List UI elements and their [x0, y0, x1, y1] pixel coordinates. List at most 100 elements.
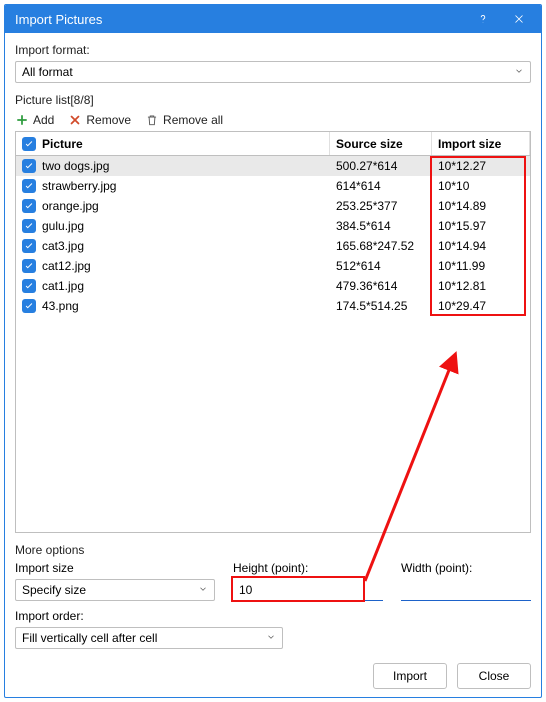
- check-icon: [24, 261, 34, 271]
- height-field: Height (point):: [233, 561, 383, 601]
- import-size-select[interactable]: Specify size: [15, 579, 215, 601]
- import-size-value: Specify size: [22, 583, 86, 597]
- row-filename: strawberry.jpg: [42, 179, 116, 193]
- table-header: Picture Source size Import size: [16, 132, 530, 156]
- import-order-label: Import order:: [15, 609, 531, 623]
- width-field: Width (point):: [401, 561, 531, 601]
- add-button[interactable]: Add: [15, 113, 54, 127]
- row-import-size: 10*11.99: [432, 256, 530, 276]
- table-row[interactable]: cat12.jpg 512*61410*11.99: [16, 256, 530, 276]
- close-window-button[interactable]: [501, 5, 537, 33]
- row-checkbox[interactable]: [22, 219, 36, 233]
- import-size-label: Import size: [15, 561, 215, 575]
- x-icon: [68, 113, 82, 127]
- remove-all-button[interactable]: Remove all: [145, 113, 223, 127]
- header-picture-label: Picture: [42, 137, 83, 151]
- titlebar: Import Pictures: [5, 5, 541, 33]
- row-checkbox[interactable]: [22, 199, 36, 213]
- import-order-value: Fill vertically cell after cell: [22, 631, 157, 645]
- dialog-body: Import format: All format Picture list[8…: [5, 33, 541, 697]
- import-format-label: Import format:: [15, 43, 531, 57]
- trash-icon: [145, 113, 159, 127]
- check-icon: [24, 301, 34, 311]
- table-row[interactable]: gulu.jpg 384.5*61410*15.97: [16, 216, 530, 236]
- chevron-down-icon: [266, 631, 276, 645]
- table-header-import[interactable]: Import size: [432, 132, 530, 155]
- check-icon: [24, 181, 34, 191]
- row-source-size: 165.68*247.52: [330, 236, 432, 256]
- more-options-label: More options: [15, 543, 531, 557]
- row-checkbox[interactable]: [22, 279, 36, 293]
- row-source-size: 479.36*614: [330, 276, 432, 296]
- check-icon: [24, 221, 34, 231]
- row-filename: orange.jpg: [42, 199, 99, 213]
- picture-list-label: Picture list[8/8]: [15, 93, 531, 107]
- plus-icon: [15, 113, 29, 127]
- footer: Import Close: [15, 663, 531, 689]
- import-format-value: All format: [22, 65, 73, 79]
- row-filename: gulu.jpg: [42, 219, 84, 233]
- row-checkbox[interactable]: [22, 299, 36, 313]
- row-filename: 43.png: [42, 299, 79, 313]
- check-icon: [24, 139, 34, 149]
- check-icon: [24, 241, 34, 251]
- remove-button[interactable]: Remove: [68, 113, 131, 127]
- chevron-down-icon: [198, 583, 208, 597]
- picture-table: Picture Source size Import size two dogs…: [15, 131, 531, 533]
- table-row[interactable]: strawberry.jpg 614*61410*10: [16, 176, 530, 196]
- import-order-field: Import order: Fill vertically cell after…: [15, 609, 531, 649]
- row-filename: cat3.jpg: [42, 239, 84, 253]
- help-icon: [476, 12, 490, 26]
- row-filename: cat12.jpg: [42, 259, 91, 273]
- check-icon: [24, 281, 34, 291]
- select-all-checkbox[interactable]: [22, 137, 36, 151]
- width-label: Width (point):: [401, 561, 531, 575]
- table-row[interactable]: 43.png 174.5*514.2510*29.47: [16, 296, 530, 316]
- row-filename: cat1.jpg: [42, 279, 84, 293]
- height-label: Height (point):: [233, 561, 383, 575]
- chevron-down-icon: [514, 65, 524, 79]
- table-row[interactable]: two dogs.jpg500.27*61410*12.27: [16, 156, 530, 176]
- row-import-size: 10*14.94: [432, 236, 530, 256]
- height-input[interactable]: [233, 579, 383, 601]
- picture-toolbar: Add Remove Remove all: [15, 113, 531, 127]
- row-checkbox[interactable]: [22, 179, 36, 193]
- row-import-size: 10*29.47: [432, 296, 530, 316]
- table-row[interactable]: orange.jpg 253.25*37710*14.89: [16, 196, 530, 216]
- remove-all-label: Remove all: [163, 113, 223, 127]
- close-icon: [512, 12, 526, 26]
- row-import-size: 10*12.81: [432, 276, 530, 296]
- row-source-size: 512*614: [330, 256, 432, 276]
- import-button[interactable]: Import: [373, 663, 447, 689]
- row-source-size: 174.5*514.25: [330, 296, 432, 316]
- table-header-source[interactable]: Source size: [330, 132, 432, 155]
- row-checkbox[interactable]: [22, 159, 36, 173]
- table-header-picture[interactable]: Picture: [16, 132, 330, 155]
- row-source-size: 384.5*614: [330, 216, 432, 236]
- table-row[interactable]: cat1.jpg 479.36*61410*12.81: [16, 276, 530, 296]
- table-body: two dogs.jpg500.27*61410*12.27strawberry…: [16, 156, 530, 532]
- table-row[interactable]: cat3.jpg 165.68*247.5210*14.94: [16, 236, 530, 256]
- row-checkbox[interactable]: [22, 259, 36, 273]
- row-source-size: 500.27*614: [330, 156, 432, 176]
- check-icon: [24, 161, 34, 171]
- row-import-size: 10*15.97: [432, 216, 530, 236]
- window-title: Import Pictures: [15, 12, 465, 27]
- row-import-size: 10*10: [432, 176, 530, 196]
- add-label: Add: [33, 113, 54, 127]
- import-order-select[interactable]: Fill vertically cell after cell: [15, 627, 283, 649]
- import-format-select[interactable]: All format: [15, 61, 531, 83]
- row-checkbox[interactable]: [22, 239, 36, 253]
- row-import-size: 10*12.27: [432, 156, 530, 176]
- width-input[interactable]: [401, 579, 531, 601]
- row-source-size: 614*614: [330, 176, 432, 196]
- row-import-size: 10*14.89: [432, 196, 530, 216]
- import-pictures-dialog: Import Pictures Import format: All forma…: [4, 4, 542, 698]
- options-grid: Import size Specify size Height (point):…: [15, 561, 531, 601]
- remove-label: Remove: [86, 113, 131, 127]
- row-source-size: 253.25*377: [330, 196, 432, 216]
- close-button[interactable]: Close: [457, 663, 531, 689]
- import-size-field: Import size Specify size: [15, 561, 215, 601]
- help-button[interactable]: [465, 5, 501, 33]
- check-icon: [24, 201, 34, 211]
